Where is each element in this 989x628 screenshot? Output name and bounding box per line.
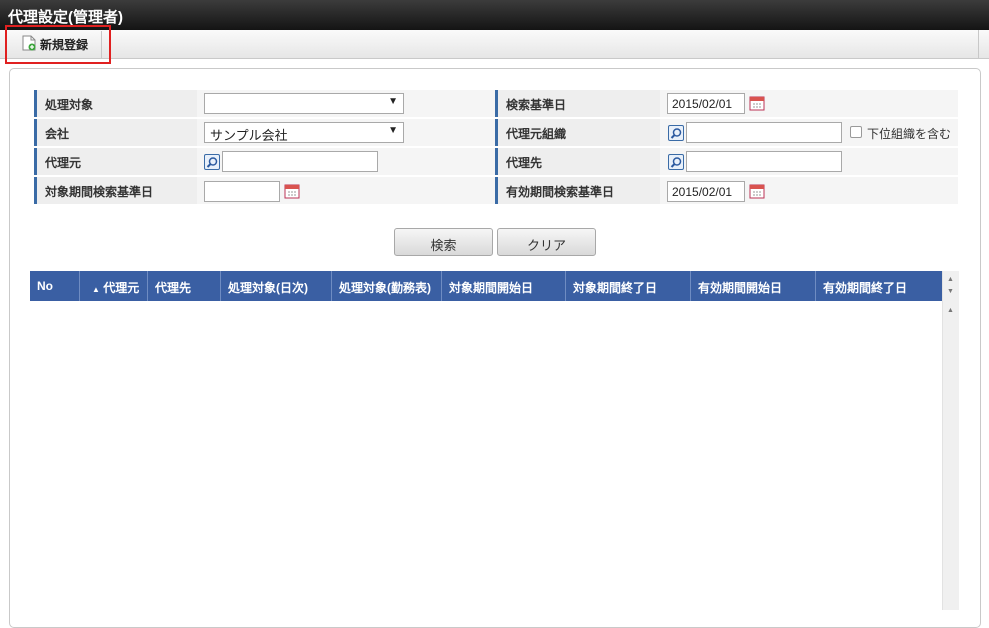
scroll-down-icon[interactable]: ▼ — [947, 288, 954, 295]
calendar-icon[interactable] — [749, 95, 765, 111]
table-scrollbar[interactable]: ▲ ▼ ▲ — [942, 271, 959, 610]
valid-date-input[interactable]: 2015/02/01 — [667, 181, 745, 202]
search-icon[interactable] — [668, 125, 684, 141]
new-document-icon — [22, 35, 36, 54]
target-label: 処理対象 — [34, 90, 197, 117]
page-title: 代理設定(管理者) — [0, 0, 989, 30]
column-header-no[interactable]: No — [30, 271, 80, 301]
source-label: 代理元 — [34, 148, 197, 175]
source-org-label: 代理元組織 — [495, 119, 660, 146]
table-header: No ▲ 代理元 代理先 処理対象(日次) 処理対象(勤務表) 対象期間開始日 … — [30, 271, 942, 301]
valid-date-label: 有効期間検索基準日 — [495, 177, 660, 204]
period-date-label: 対象期間検索基準日 — [34, 177, 197, 204]
dest-input[interactable] — [686, 151, 842, 172]
search-button[interactable]: 検索 — [394, 228, 493, 256]
toolbar-divider — [978, 30, 979, 58]
company-select[interactable]: サンプル会社 ▼ — [204, 122, 404, 143]
include-sub-checkbox[interactable] — [850, 126, 862, 138]
column-header-dest[interactable]: 代理先 — [148, 271, 221, 301]
column-header-valid-start[interactable]: 有効期間開始日 — [691, 271, 816, 301]
calendar-icon[interactable] — [749, 183, 765, 199]
column-header-valid-end[interactable]: 有効期間終了日 — [816, 271, 942, 301]
search-date-label: 検索基準日 — [495, 90, 660, 117]
period-date-input[interactable] — [204, 181, 280, 202]
column-header-source[interactable]: ▲ 代理元 — [80, 271, 148, 301]
new-registration-button[interactable]: 新規登録 — [10, 31, 102, 58]
calendar-icon[interactable] — [284, 183, 300, 199]
dropdown-arrow-icon: ▼ — [388, 125, 398, 136]
clear-button[interactable]: クリア — [497, 228, 596, 256]
search-icon[interactable] — [668, 154, 684, 170]
form-row-1: 処理対象 ▼ 検索基準日 2015/02/01 — [34, 90, 958, 117]
search-date-input[interactable]: 2015/02/01 — [667, 93, 745, 114]
target-select[interactable]: ▼ — [204, 93, 404, 114]
scroll-up-icon[interactable]: ▲ — [947, 307, 954, 314]
sort-ascending-icon: ▲ — [92, 285, 100, 294]
form-row-4: 対象期間検索基準日 有効期間検索基準日 2015/02/01 — [34, 177, 958, 204]
toolbar: 新規登録 — [0, 30, 989, 59]
column-header-period-start[interactable]: 対象期間開始日 — [442, 271, 566, 301]
new-registration-label: 新規登録 — [40, 38, 89, 52]
column-header-period-end[interactable]: 対象期間終了日 — [566, 271, 691, 301]
column-header-target-timesheet[interactable]: 処理対象(勤務表) — [332, 271, 442, 301]
include-sub-label: 下位組織を含む — [867, 127, 952, 141]
search-icon[interactable] — [204, 154, 220, 170]
company-label: 会社 — [34, 119, 197, 146]
column-header-target-daily[interactable]: 処理対象(日次) — [221, 271, 332, 301]
form-row-3: 代理元 代理先 — [34, 148, 958, 175]
dest-label: 代理先 — [495, 148, 660, 175]
dropdown-arrow-icon: ▼ — [388, 96, 398, 107]
form-row-2: 会社 サンプル会社 ▼ 代理元組織 下位組織を含む — [34, 119, 958, 146]
source-org-input[interactable] — [686, 122, 842, 143]
scroll-up-icon[interactable]: ▲ — [947, 276, 954, 283]
source-input[interactable] — [222, 151, 378, 172]
